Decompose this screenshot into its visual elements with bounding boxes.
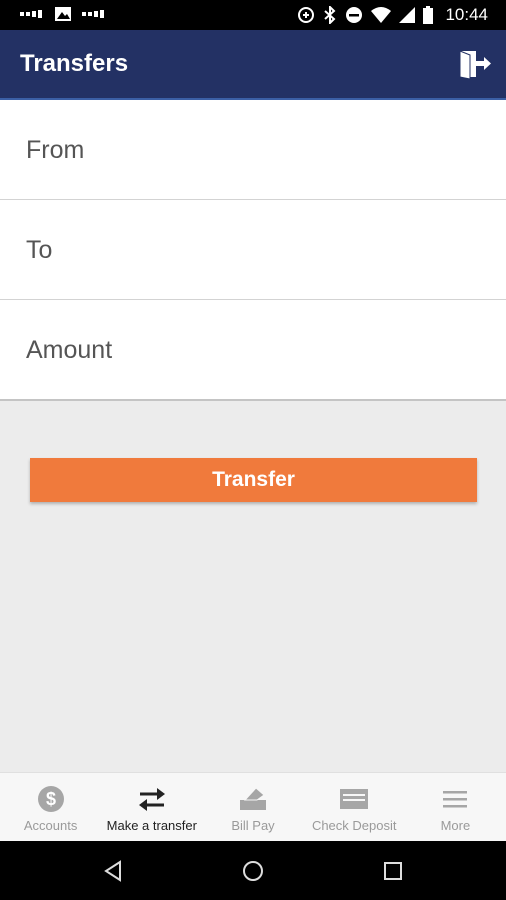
svg-text:$: $ [46,789,56,809]
bill-pay-icon [240,787,266,810]
status-time: 10:44 [445,5,488,24]
status-bar: 10:44 [0,0,506,30]
transfer-form: From To Amount [0,100,506,401]
menu-icon [443,791,468,808]
tab-make-a-transfer[interactable]: Make a transfer [101,773,202,842]
amount-field[interactable]: Amount [0,300,506,401]
check-icon [340,789,369,809]
tab-label: Accounts [23,818,78,833]
sync-icon [298,7,315,23]
tab-label: Make a transfer [106,818,197,833]
tab-check-deposit[interactable]: Check Deposit [304,773,405,842]
bluetooth-icon [324,6,336,24]
wifi-icon [371,7,392,23]
more-dots-icon [82,10,104,18]
from-field[interactable]: From [0,100,506,200]
bottom-tab-bar: $ Accounts Make a transfer Bill Pay Chec… [0,772,506,842]
tab-label: Bill Pay [231,818,275,833]
exit-door-icon [459,50,491,80]
logout-button[interactable] [458,48,492,80]
from-label: From [26,136,85,164]
to-field[interactable]: To [0,200,506,300]
home-icon[interactable] [241,859,265,883]
page-title: Transfers [20,50,129,77]
back-icon[interactable] [102,859,126,883]
tab-bill-pay[interactable]: Bill Pay [202,773,303,842]
tab-label: Check Deposit [311,818,397,833]
tab-label: More [440,818,471,833]
transfer-arrows-icon [138,788,165,811]
system-nav-bar [0,841,506,900]
cell-signal-icon [399,7,416,23]
tab-accounts[interactable]: $ Accounts [0,773,101,842]
do-not-disturb-icon [346,7,363,23]
tab-more[interactable]: More [405,773,506,842]
app-bar: Transfers [0,30,506,100]
amount-label: Amount [26,336,113,364]
recents-icon[interactable] [381,859,405,883]
transfer-button[interactable]: Transfer [30,458,477,502]
to-label: To [26,236,53,264]
battery-icon [423,6,434,24]
signal-dots-icon [20,10,42,18]
image-icon [55,7,71,21]
dollar-circle-icon: $ [37,786,64,812]
